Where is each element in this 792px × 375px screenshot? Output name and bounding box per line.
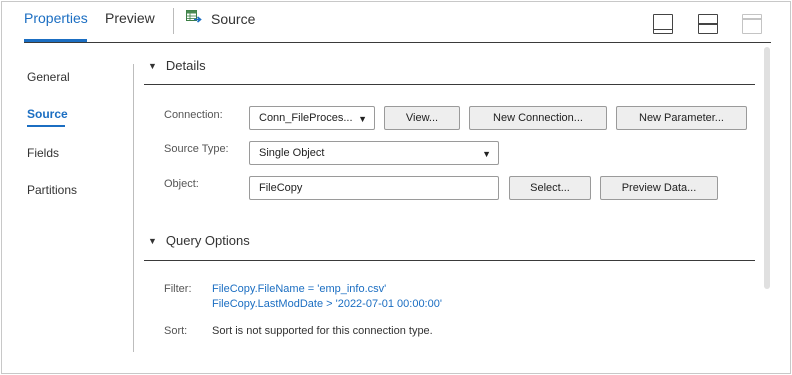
- filter-line-1[interactable]: FileCopy.FileName = 'emp_info.csv': [212, 282, 386, 297]
- dropdown-arrow-icon: ▼: [482, 149, 491, 159]
- details-title: Details: [165, 58, 206, 73]
- tab-bar: Properties Preview Source: [2, 2, 790, 44]
- properties-panel: Properties Preview Source General Source…: [1, 1, 791, 374]
- query-options-divider: [144, 260, 755, 261]
- dropdown-arrow-icon: ▼: [358, 114, 367, 124]
- select-button[interactable]: Select...: [509, 176, 591, 200]
- connection-select[interactable]: Conn_FileProces... ▼: [249, 106, 375, 130]
- sort-label: Sort:: [164, 325, 188, 337]
- preview-data-button[interactable]: Preview Data...: [600, 176, 718, 200]
- caret-down-icon: ▼: [148, 60, 157, 71]
- panel-bottom-icon[interactable]: [653, 14, 673, 34]
- panel-top-icon[interactable]: [742, 14, 762, 34]
- caret-down-icon: ▼: [148, 235, 157, 246]
- sort-value: Sort is not supported for this connectio…: [212, 325, 433, 337]
- tab-source[interactable]: Source: [186, 10, 255, 27]
- view-button[interactable]: View...: [384, 106, 460, 130]
- tab-properties[interactable]: Properties: [24, 10, 88, 26]
- new-parameter-button[interactable]: New Parameter...: [616, 106, 747, 130]
- connection-label: Connection:: [164, 109, 223, 121]
- connection-value: Conn_FileProces...: [259, 112, 353, 124]
- object-value: FileCopy: [259, 182, 303, 194]
- new-connection-button[interactable]: New Connection...: [469, 106, 607, 130]
- source-type-label: Source Type:: [164, 143, 229, 155]
- nav-divider: [133, 64, 134, 352]
- object-label: Object:: [164, 178, 199, 190]
- tab-preview[interactable]: Preview: [105, 10, 155, 26]
- nav-item-partitions[interactable]: Partitions: [27, 183, 77, 197]
- vertical-scrollbar[interactable]: [764, 47, 770, 289]
- panel-split-icon[interactable]: [698, 14, 718, 34]
- details-divider: [144, 84, 755, 85]
- query-options-section-header[interactable]: ▼ Query Options: [148, 233, 250, 248]
- query-options-title: Query Options: [165, 233, 250, 248]
- object-field[interactable]: FileCopy: [249, 176, 499, 200]
- filter-line-2[interactable]: FileCopy.LastModDate > '2022-07-01 00:00…: [212, 297, 442, 312]
- source-type-value: Single Object: [259, 147, 325, 159]
- table-arrow-icon: [186, 10, 202, 27]
- tab-bar-divider: [24, 42, 771, 43]
- source-type-select[interactable]: Single Object ▼: [249, 141, 499, 165]
- nav-item-source[interactable]: Source: [27, 107, 68, 121]
- tab-source-label: Source: [211, 10, 256, 27]
- nav-item-general[interactable]: General: [27, 70, 70, 84]
- tab-separator: [173, 8, 174, 34]
- details-section-header[interactable]: ▼ Details: [148, 58, 206, 73]
- nav-active-indicator: [27, 125, 65, 127]
- nav-item-fields[interactable]: Fields: [27, 146, 59, 160]
- filter-label: Filter:: [164, 283, 192, 295]
